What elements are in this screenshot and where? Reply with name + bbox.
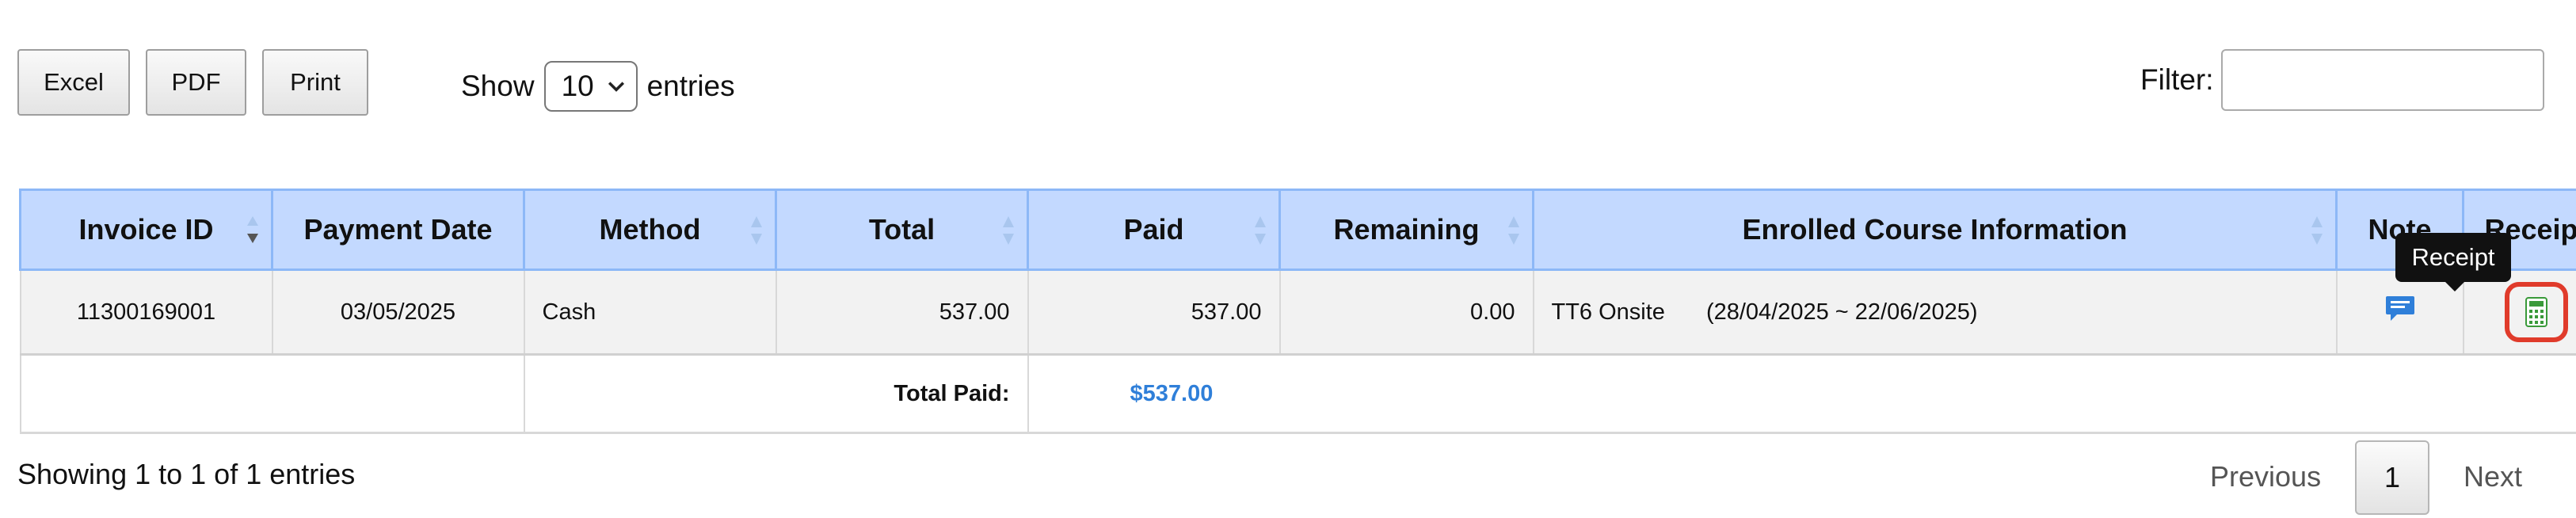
previous-page-button[interactable]: Previous — [2210, 440, 2321, 513]
table-footer-row: Total Paid: $537.00 — [19, 354, 2576, 434]
print-button[interactable]: Print — [262, 49, 368, 116]
length-menu: Show 10 entries — [461, 59, 735, 113]
course-dates: (28/04/2025 ~ 22/06/2025) — [1705, 299, 1978, 325]
page-1-button[interactable]: 1 — [2355, 440, 2429, 515]
invoice-id-cell: 11300169001 — [19, 269, 273, 356]
note-cell — [2335, 269, 2464, 356]
column-header-invoice-id[interactable]: Invoice ID — [19, 189, 273, 271]
sort-icon — [751, 216, 762, 245]
entries-select[interactable]: 10 — [543, 61, 638, 112]
sort-desc-icon — [247, 216, 258, 243]
chevron-down-icon — [608, 82, 624, 92]
payments-table: Invoice ID Payment Date Method Total Pai… — [19, 189, 2576, 434]
filter-input[interactable] — [2221, 49, 2544, 111]
next-page-button[interactable]: Next — [2464, 440, 2522, 513]
sort-icon — [1003, 216, 1014, 245]
receipt-button[interactable] — [2504, 282, 2568, 342]
total-paid-value: $537.00 — [1027, 354, 2576, 434]
receipt-cell — [2462, 269, 2576, 356]
total-cell: 537.00 — [775, 269, 1029, 356]
column-header-paid[interactable]: Paid — [1027, 189, 1281, 271]
table-info: Showing 1 to 1 of 1 entries — [17, 458, 356, 490]
paid-cell: 537.00 — [1027, 269, 1281, 356]
receipt-tooltip: Receipt — [2395, 233, 2511, 291]
entries-select-value: 10 — [561, 70, 594, 102]
course-info-cell: TT6 Onsite (28/04/2025 ~ 22/06/2025) — [1532, 269, 2338, 356]
total-paid-label: Total Paid: — [523, 354, 1029, 434]
table-row: 11300169001 03/05/2025 Cash 537.00 537.0… — [19, 269, 2576, 356]
column-header-total[interactable]: Total — [775, 189, 1029, 271]
excel-button[interactable]: Excel — [17, 49, 130, 116]
column-header-method[interactable]: Method — [523, 189, 777, 271]
sort-icon — [1255, 216, 1266, 245]
filter-label: Filter: — [2140, 63, 2214, 96]
calculator-receipt-icon — [2525, 297, 2547, 327]
remaining-cell: 0.00 — [1278, 269, 1534, 356]
column-header-course-info[interactable]: Enrolled Course Information — [1532, 189, 2338, 271]
method-cell: Cash — [523, 269, 777, 356]
show-label: Show — [461, 70, 535, 102]
course-name: TT6 Onsite — [1551, 299, 1665, 325]
sort-icon — [2311, 216, 2323, 245]
pdf-button[interactable]: PDF — [146, 49, 246, 116]
column-header-remaining[interactable]: Remaining — [1278, 189, 1534, 271]
entries-label: entries — [646, 70, 735, 102]
chat-note-icon[interactable] — [2384, 294, 2416, 324]
column-header-payment-date[interactable]: Payment Date — [271, 189, 525, 271]
sort-icon — [1508, 216, 1519, 245]
payment-date-cell: 03/05/2025 — [271, 269, 525, 356]
